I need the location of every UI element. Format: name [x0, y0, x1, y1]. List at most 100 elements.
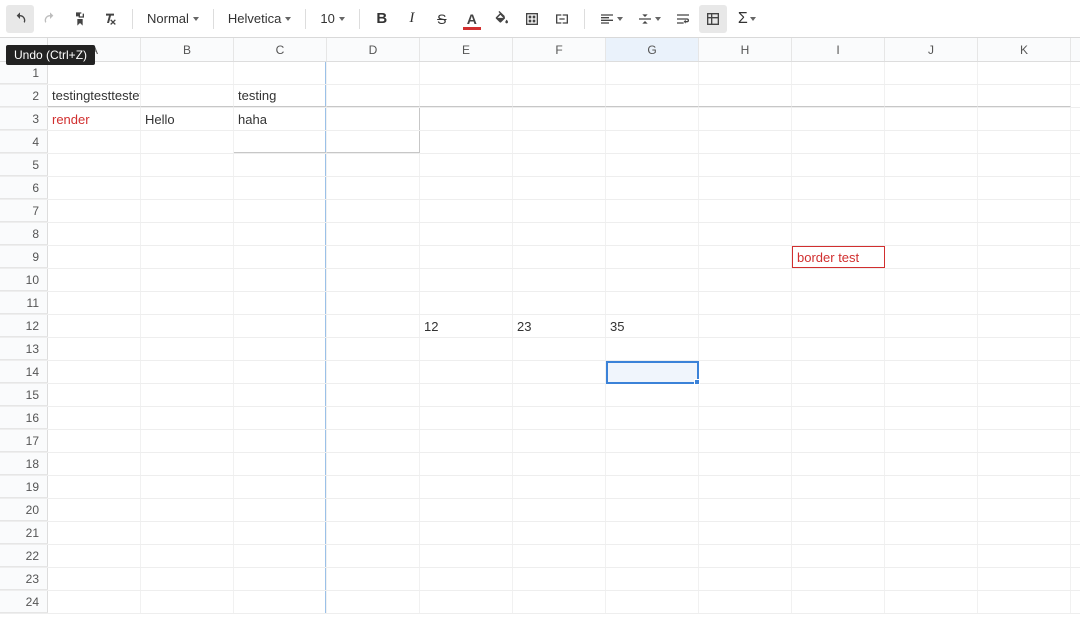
cell-F8[interactable]: [513, 223, 606, 245]
cell-K14[interactable]: [978, 361, 1071, 383]
cell-I22[interactable]: [792, 545, 885, 567]
cell-C22[interactable]: [234, 545, 327, 567]
cell-G11[interactable]: [606, 292, 699, 314]
cell-A10[interactable]: [48, 269, 141, 291]
cell-K19[interactable]: [978, 476, 1071, 498]
cell-K22[interactable]: [978, 545, 1071, 567]
cell-F17[interactable]: [513, 430, 606, 452]
cell-B20[interactable]: [141, 499, 234, 521]
row-header-10[interactable]: 10: [0, 269, 48, 291]
row-header-9[interactable]: 9: [0, 246, 48, 268]
cell-B3[interactable]: Hello: [141, 108, 234, 130]
cell-E11[interactable]: [420, 292, 513, 314]
cell-G14[interactable]: [606, 361, 699, 383]
cell-J20[interactable]: [885, 499, 978, 521]
cell-B15[interactable]: [141, 384, 234, 406]
row-header-7[interactable]: 7: [0, 200, 48, 222]
cell-C3[interactable]: haha: [234, 108, 327, 130]
cell-G23[interactable]: [606, 568, 699, 590]
row-header-13[interactable]: 13: [0, 338, 48, 360]
cell-B9[interactable]: [141, 246, 234, 268]
cell-K11[interactable]: [978, 292, 1071, 314]
cell-I10[interactable]: [792, 269, 885, 291]
cell-D5[interactable]: [327, 154, 420, 176]
cell-H22[interactable]: [699, 545, 792, 567]
cell-I20[interactable]: [792, 499, 885, 521]
row-header-17[interactable]: 17: [0, 430, 48, 452]
cell-C23[interactable]: [234, 568, 327, 590]
cell-F20[interactable]: [513, 499, 606, 521]
cell-A9[interactable]: [48, 246, 141, 268]
cell-B10[interactable]: [141, 269, 234, 291]
cell-H16[interactable]: [699, 407, 792, 429]
cell-B12[interactable]: [141, 315, 234, 337]
cell-A20[interactable]: [48, 499, 141, 521]
cell-F2[interactable]: [513, 85, 606, 107]
cell-C16[interactable]: [234, 407, 327, 429]
cell-I2[interactable]: [792, 85, 885, 107]
cell-E7[interactable]: [420, 200, 513, 222]
vertical-align-button[interactable]: [631, 5, 667, 33]
format-dropdown[interactable]: Normal: [141, 5, 205, 33]
row-header-23[interactable]: 23: [0, 568, 48, 590]
cell-E23[interactable]: [420, 568, 513, 590]
row-header-5[interactable]: 5: [0, 154, 48, 176]
cell-H18[interactable]: [699, 453, 792, 475]
cell-D4[interactable]: [327, 131, 420, 153]
cell-E1[interactable]: [420, 62, 513, 84]
cell-B11[interactable]: [141, 292, 234, 314]
cell-H10[interactable]: [699, 269, 792, 291]
cell-G17[interactable]: [606, 430, 699, 452]
cell-E9[interactable]: [420, 246, 513, 268]
cell-F12[interactable]: 23: [513, 315, 606, 337]
row-header-12[interactable]: 12: [0, 315, 48, 337]
cell-A19[interactable]: [48, 476, 141, 498]
cell-A14[interactable]: [48, 361, 141, 383]
cell-B16[interactable]: [141, 407, 234, 429]
cell-A15[interactable]: [48, 384, 141, 406]
cell-I5[interactable]: [792, 154, 885, 176]
cell-H20[interactable]: [699, 499, 792, 521]
font-size-dropdown[interactable]: 10: [314, 5, 350, 33]
cell-J18[interactable]: [885, 453, 978, 475]
cell-C20[interactable]: [234, 499, 327, 521]
cell-F7[interactable]: [513, 200, 606, 222]
cell-F11[interactable]: [513, 292, 606, 314]
cell-H21[interactable]: [699, 522, 792, 544]
cell-F15[interactable]: [513, 384, 606, 406]
column-header-B[interactable]: B: [141, 38, 234, 61]
cell-A18[interactable]: [48, 453, 141, 475]
cell-D20[interactable]: [327, 499, 420, 521]
cell-F1[interactable]: [513, 62, 606, 84]
cell-E19[interactable]: [420, 476, 513, 498]
cell-B24[interactable]: [141, 591, 234, 613]
cell-K20[interactable]: [978, 499, 1071, 521]
cell-D10[interactable]: [327, 269, 420, 291]
cell-E22[interactable]: [420, 545, 513, 567]
cell-C21[interactable]: [234, 522, 327, 544]
cell-H4[interactable]: [699, 131, 792, 153]
cell-D23[interactable]: [327, 568, 420, 590]
cell-K2[interactable]: [978, 85, 1071, 107]
cell-I7[interactable]: [792, 200, 885, 222]
column-header-C[interactable]: C: [234, 38, 327, 61]
cell-B14[interactable]: [141, 361, 234, 383]
cell-C1[interactable]: [234, 62, 327, 84]
column-header-K[interactable]: K: [978, 38, 1071, 61]
cell-H19[interactable]: [699, 476, 792, 498]
cell-C5[interactable]: [234, 154, 327, 176]
cell-A21[interactable]: [48, 522, 141, 544]
cell-H6[interactable]: [699, 177, 792, 199]
cell-E20[interactable]: [420, 499, 513, 521]
cell-K21[interactable]: [978, 522, 1071, 544]
row-header-2[interactable]: 2: [0, 85, 48, 107]
paint-format-button[interactable]: [66, 5, 94, 33]
cell-G4[interactable]: [606, 131, 699, 153]
cell-G24[interactable]: [606, 591, 699, 613]
cell-I8[interactable]: [792, 223, 885, 245]
merge-button[interactable]: [548, 5, 576, 33]
cell-E17[interactable]: [420, 430, 513, 452]
cell-B1[interactable]: [141, 62, 234, 84]
cell-G12[interactable]: 35: [606, 315, 699, 337]
cell-J14[interactable]: [885, 361, 978, 383]
